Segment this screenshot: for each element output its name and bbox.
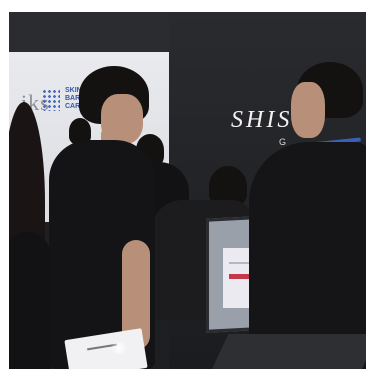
kiosk-screen-text — [229, 262, 249, 264]
right-man-face — [291, 82, 325, 138]
foreground-display-stand — [209, 334, 366, 369]
person-left-edge-body — [9, 232, 51, 369]
booth-brand-logo-right: SHIS — [231, 107, 293, 133]
light-reflection — [109, 342, 129, 354]
event-booth-photo: iks SKIN BARE CARE SHIS G — [9, 12, 366, 369]
brand-dot-logo — [42, 89, 60, 111]
